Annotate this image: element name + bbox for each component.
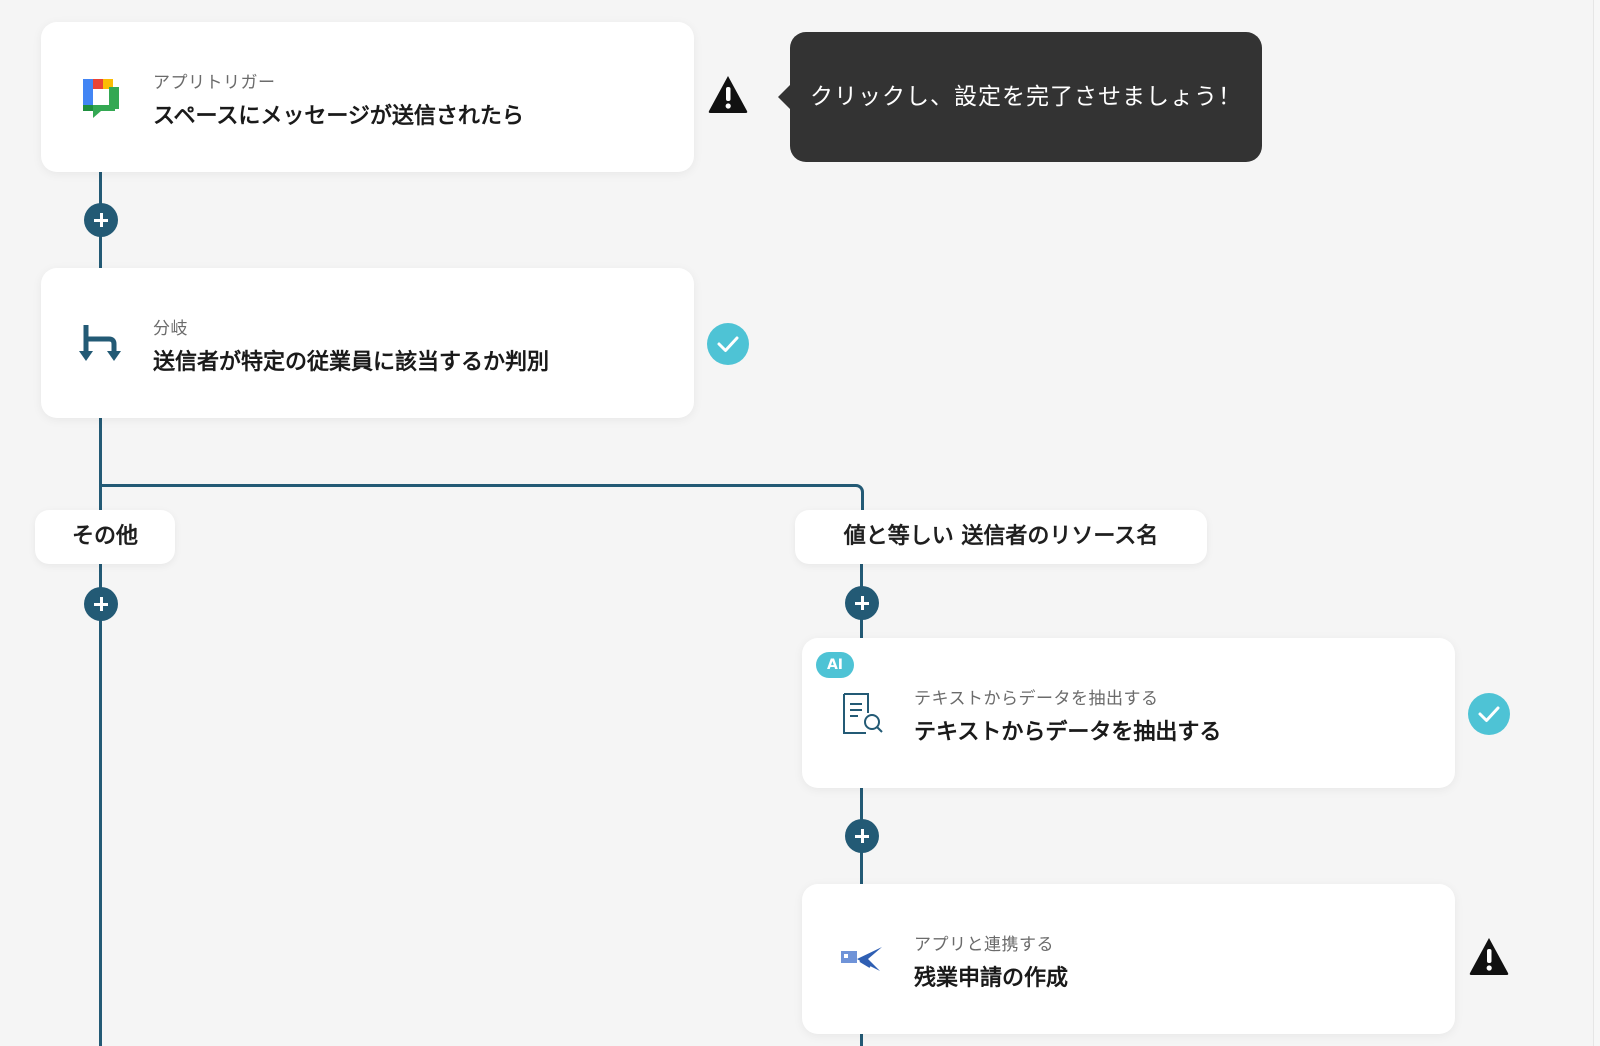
- branch-icon: [79, 321, 123, 365]
- warning-icon[interactable]: [1468, 936, 1510, 976]
- step-type-label: テキストからデータを抽出する: [914, 689, 1159, 709]
- step-title: スペースにメッセージが送信されたら: [153, 104, 524, 129]
- add-step-button[interactable]: [845, 819, 879, 853]
- google-chat-icon: [79, 75, 123, 119]
- branch-label-other[interactable]: その他: [35, 510, 175, 564]
- step-card-branch[interactable]: 分岐 送信者が特定の従業員に該当するか判別: [41, 268, 694, 418]
- step-title: テキストからデータを抽出する: [914, 720, 1222, 745]
- complete-check-icon: [1468, 693, 1510, 735]
- step-card-trigger[interactable]: アプリトリガー スペースにメッセージが送信されたら: [41, 22, 694, 172]
- plane-app-icon: [840, 937, 884, 981]
- step-type-label: アプリトリガー: [153, 73, 276, 93]
- step-title: 送信者が特定の従業員に該当するか判別: [153, 350, 550, 375]
- step-card-extract[interactable]: AI テキストからデータを抽出する テキストからデータを抽出する: [802, 638, 1455, 788]
- step-title: 残業申請の作成: [914, 966, 1069, 991]
- add-step-button[interactable]: [84, 587, 118, 621]
- warning-icon[interactable]: [707, 74, 749, 114]
- document-search-icon: [840, 691, 884, 735]
- branch-label-match[interactable]: 値と等しい 送信者のリソース名: [795, 510, 1207, 564]
- complete-check-icon: [707, 323, 749, 365]
- scrollbar[interactable]: [1593, 0, 1600, 1046]
- flow-line-branch-corner: [100, 484, 864, 515]
- add-step-button[interactable]: [845, 586, 879, 620]
- step-card-overtime[interactable]: アプリと連携する 残業申請の作成: [802, 884, 1455, 1034]
- setup-tooltip: クリックし、設定を完了させましょう！: [778, 32, 1262, 162]
- step-type-label: 分岐: [153, 319, 188, 339]
- ai-badge: AI: [816, 652, 854, 678]
- step-type-label: アプリと連携する: [914, 935, 1054, 955]
- add-step-button[interactable]: [84, 203, 118, 237]
